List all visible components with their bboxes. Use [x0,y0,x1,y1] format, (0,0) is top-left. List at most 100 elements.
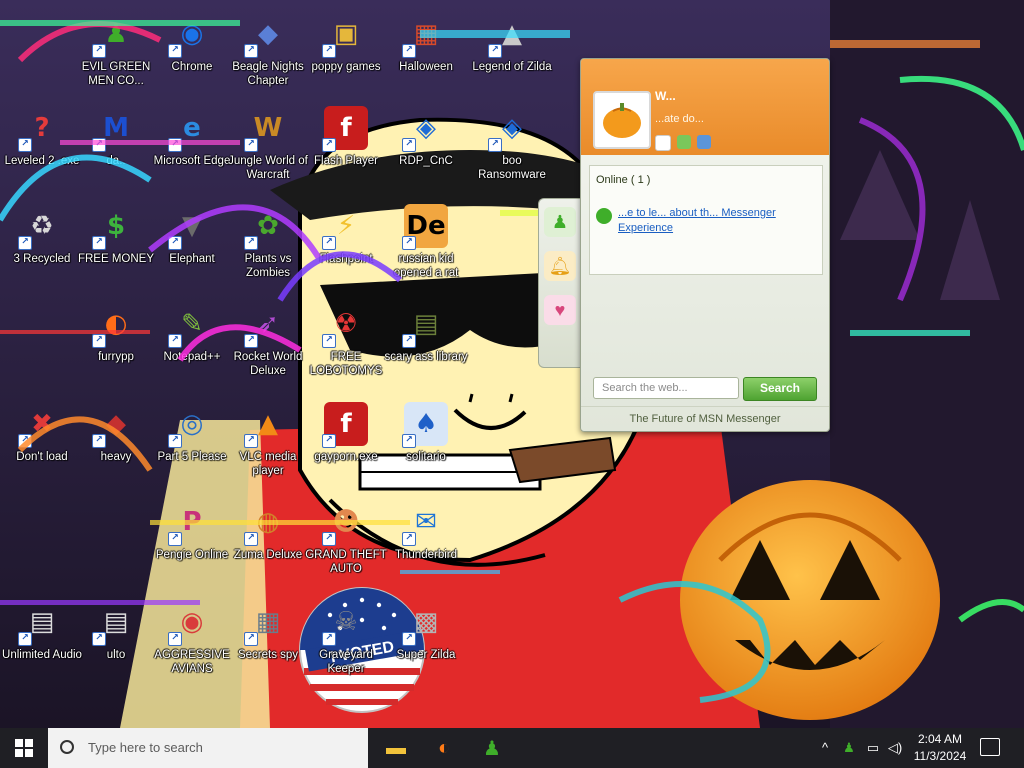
show-hidden-icons-chevron-icon[interactable]: ^ [816,740,834,756]
desktop-icon-label: Thunderbird [394,549,457,561]
desktop-icon-russian-kid-opened-a-rat[interactable]: De ↗ russian kid opened a rat [384,198,468,294]
desktop-icon-heavy[interactable]: ◆ ↗ heavy [74,396,158,492]
games-tab-button[interactable]: ♥ [544,295,576,325]
shortcut-arrow-icon: ↗ [402,236,416,250]
shortcut-arrow-icon: ↗ [92,632,106,646]
app-icon: ▩ ↗ [402,600,448,646]
shortcut-arrow-icon: ↗ [244,532,258,546]
app-icon: ▤ ↗ [92,600,138,646]
desktop-icon-label: Pengie Online [155,549,229,561]
desktop-icon-label: Leveled 2 .exe [4,155,80,167]
desktop-icon-solitario[interactable]: ♠ ↗ solitario [384,396,468,492]
desktop-icon-legend-of-zilda[interactable]: ▲ ↗ Legend of Zilda [470,6,554,102]
desktop-icon-don-t-load[interactable]: ✖ ↗ Don't load [0,396,84,492]
desktop-icon-gayporn-exe[interactable]: f ↗ gayporn.exe [304,396,388,492]
app-icon: ☠ ↗ [322,600,368,646]
notifications-icon[interactable] [980,738,1000,756]
desktop-icon-da[interactable]: M ↗ da.. [74,100,158,196]
shortcut-arrow-icon: ↗ [244,236,258,250]
desktop-icon-grand-theft-auto[interactable]: ☻ ↗ GRAND THEFT AUTO [304,494,388,590]
shortcut-arrow-icon: ↗ [92,236,106,250]
desktop-icon-flash-player[interactable]: f ↗ Flash Player [304,100,388,196]
desktop-icon-label: Halloween [399,61,453,73]
app-icon: ▦ ↗ [402,12,448,58]
pinned-app-firefox[interactable]: ◐ [424,732,464,764]
shortcut-arrow-icon: ↗ [322,532,336,546]
file-explorer-icon: ▬ [386,736,406,759]
desktop-icon-3-recycled[interactable]: ♻ ↗ 3 Recycled [0,198,84,294]
desktop-icon-furrypp[interactable]: ◐ ↗ furrypp [74,296,158,392]
desktop-icon-pengie-online[interactable]: P ↗ Pengie Online [150,494,234,590]
app-icon: ◉ ↗ [168,600,214,646]
desktop-icon-vlc-media-player[interactable]: ▲ ↗ VLC media player [226,396,310,492]
web-search-button[interactable]: Search [743,377,817,401]
shortcut-arrow-icon: ↗ [322,138,336,152]
pumpkin-avatar-icon [603,103,641,138]
desktop-icon-plants-vs-zombies[interactable]: ✿ ↗ Plants vs Zombies [226,198,310,294]
shortcut-arrow-icon: ↗ [18,632,32,646]
desktop-icon-ulto[interactable]: ▤ ↗ ulto [74,594,158,690]
app-icon: ✿ ↗ [244,204,290,250]
pinned-app-msn-messenger[interactable]: ♟ [472,732,512,764]
desktop-icon-boo-ransomware[interactable]: ◈ ↗ boo Ransomware [470,100,554,196]
taskbar-clock[interactable]: 2:04 AM 11/3/2024 [908,731,972,765]
desktop-icon-secrets-spy[interactable]: ▦ ↗ Secrets spy [226,594,310,690]
msn-header: W... ...ate do... [581,59,829,155]
taskbar: Type here to search ▬ ◐ ♟ ^ ♟ ▭ ◁) 2:04 AM… [0,728,1024,768]
desktop-icon-unlimited-audio[interactable]: ▤ ↗ Unlimited Audio [0,594,84,690]
desktop-icon-zuma-deluxe[interactable]: ◍ ↗ Zuma Deluxe [226,494,310,590]
mail-icon[interactable] [655,135,671,151]
online-group-header[interactable]: Online ( 1 ) [596,174,650,186]
msn-personal-message[interactable]: ...ate do... [655,113,704,125]
desktop-icon-leveled-2-exe[interactable]: ? ↗ Leveled 2 .exe [0,100,84,196]
web-search-input[interactable]: Search the web... [593,377,739,399]
desktop-icon-label: FREE MONEY [77,253,155,265]
desktop-icon-graveyard-keeper[interactable]: ☠ ↗ Graveyard Keeper [304,594,388,690]
avatar[interactable] [593,91,651,149]
desktop-icon-elephant[interactable]: ▼ ↗ Elephant [150,198,234,294]
msn-user-name[interactable]: W... [655,89,676,103]
desktop-icon-label: Don't load [16,451,68,463]
desktop-icon-free-money[interactable]: $ ↗ FREE MONEY [74,198,158,294]
news-icon[interactable] [697,135,711,149]
desktop-icon-chrome[interactable]: ◉ ↗ Chrome [150,6,234,102]
desktop-icon-free-lobotomys[interactable]: ☢ ↗ FREE LOBOTOMYS [304,296,388,392]
desktop-icon-part-5-please[interactable]: ◎ ↗ Part 5 Please [150,396,234,492]
desktop-icon-scary-ass-library[interactable]: ▤ ↗ scary ass library [384,296,468,392]
network-icon[interactable]: ▭ [864,740,882,756]
desktop-icon-label: boo Ransomware [478,155,546,181]
desktop-icon-poppy-games[interactable]: ▣ ↗ poppy games [304,6,388,102]
desktop-icon-label: furrypp [98,351,134,363]
desktop-icon-label: FREE LOBOTOMYS [309,351,383,377]
desktop-icon-aggressive-avians[interactable]: ◉ ↗ AGGRESSIVE AVIANS [150,594,234,690]
taskbar-search-input[interactable]: Type here to search [48,728,368,768]
msn-toolbar [655,135,711,151]
desktop-icon-label: Unlimited Audio [2,649,82,661]
desktop-icon-microsoft-edge[interactable]: e ↗ Microsoft Edge [150,100,234,196]
spaces-icon[interactable] [677,135,691,149]
notifications-tab-button[interactable]: 🔔︎ [544,251,576,281]
desktop-icon-rdp-cnc[interactable]: ◈ ↗ RDP_CnC [384,100,468,196]
shortcut-arrow-icon: ↗ [488,138,502,152]
welcome-link[interactable]: ...e to le... about th... Messenger Expe… [618,206,808,236]
shortcut-arrow-icon: ↗ [322,44,336,58]
msn-tray-icon[interactable]: ♟ [840,740,858,756]
desktop-icon-label: Part 5 Please [157,451,227,463]
desktop-icon-thunderbird[interactable]: ✉ ↗ Thunderbird [384,494,468,590]
desktop-icon-halloween[interactable]: ▦ ↗ Halloween [384,6,468,102]
pinned-app-file-explorer[interactable]: ▬ [376,732,416,764]
shortcut-arrow-icon: ↗ [168,334,182,348]
desktop-icon-super-zilda[interactable]: ▩ ↗ Super Zilda [384,594,468,690]
msn-messenger-window: W... ...ate do... Online ( 1 ) ...e to l… [580,58,830,432]
desktop-icon-jungle-world-of-warcraft[interactable]: W ↗ Jungle World of Warcraft [226,100,310,196]
desktop-icon-rocket-world-deluxe[interactable]: ➶ ↗ Rocket World Deluxe [226,296,310,392]
contact-status-icon [596,208,612,224]
start-button[interactable] [0,728,48,768]
desktop-icon-notepad[interactable]: ✎ ↗ Notepad++ [150,296,234,392]
volume-icon[interactable]: ◁) [886,740,904,756]
contacts-tab-button[interactable]: ♟ [544,207,576,237]
shortcut-arrow-icon: ↗ [402,138,416,152]
desktop-icon-evil-green-men-co[interactable]: ♟ ↗ EVIL GREEN MEN CO... [74,6,158,102]
desktop-icon-beagle-nights-chapter[interactable]: ◆ ↗ Beagle Nights Chapter [226,6,310,102]
desktop-icon-flashpoint[interactable]: ⚡ ↗ Flashpoint [304,198,388,294]
